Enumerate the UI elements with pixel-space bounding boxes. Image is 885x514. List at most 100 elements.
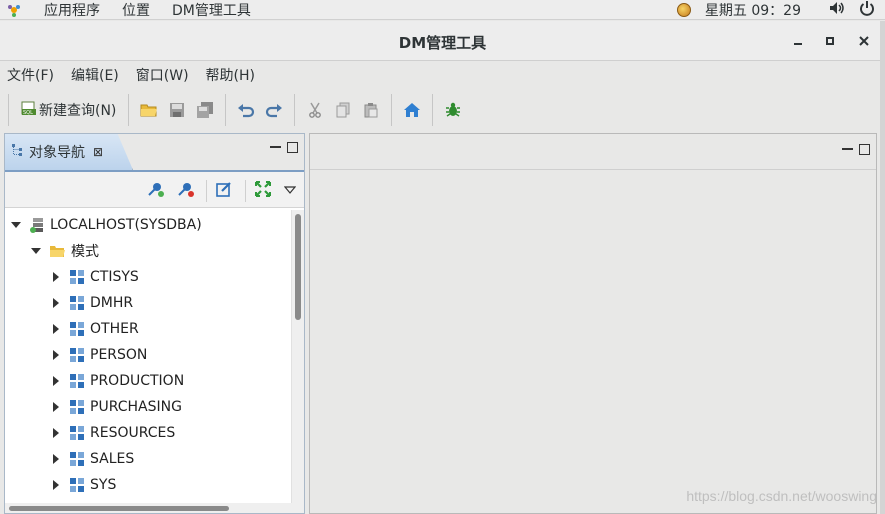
horizontal-scroll-thumb[interactable] <box>9 506 229 511</box>
window-title: DM管理工具 <box>398 34 487 52</box>
schema-icon <box>69 373 85 389</box>
schema-icon <box>69 399 85 415</box>
tree-node-label: DMHR <box>90 295 134 311</box>
panel-controls <box>264 142 298 153</box>
menu-help[interactable]: 帮助(H) <box>206 65 255 85</box>
redo-icon[interactable] <box>263 97 285 123</box>
panel-maximize-icon[interactable] <box>859 144 870 155</box>
tree-icon <box>11 143 25 161</box>
editor-area-header <box>310 134 876 170</box>
panel-controls <box>836 144 870 155</box>
toolbar-separator <box>8 94 9 126</box>
volume-icon[interactable] <box>829 1 845 19</box>
svg-text:SQL: SQL <box>23 110 33 116</box>
toolbar-separator <box>128 94 130 126</box>
tab-label: 对象导航 <box>29 145 85 161</box>
panel-maximize-icon[interactable] <box>287 142 298 153</box>
expand-icon[interactable] <box>245 180 272 202</box>
undo-icon[interactable] <box>235 97 257 123</box>
paste-icon[interactable] <box>360 97 382 123</box>
tree-node-label: SALES <box>90 451 135 467</box>
tree-horizontal-scrollbar[interactable] <box>5 503 304 513</box>
tree-node-schema[interactable]: DMHR <box>51 290 133 316</box>
editor-area-panel <box>309 133 877 514</box>
tree-node-schema[interactable]: RESOURCES <box>51 420 175 446</box>
tree-node-schema[interactable]: SYS <box>51 472 116 498</box>
database-server-icon <box>29 217 45 233</box>
open-folder-icon[interactable] <box>138 97 160 123</box>
power-icon[interactable] <box>859 0 875 20</box>
home-icon[interactable] <box>401 97 423 123</box>
menu-file[interactable]: 文件(F) <box>7 65 54 85</box>
places-menu[interactable]: 位置 <box>122 0 150 20</box>
expand-triangle-icon[interactable] <box>51 454 61 464</box>
navigator-toolbar <box>5 170 304 208</box>
weather-icon[interactable] <box>676 3 691 17</box>
folder-icon <box>49 244 66 258</box>
edit-icon[interactable] <box>206 180 233 202</box>
dropdown-icon[interactable] <box>283 183 297 199</box>
window-title-bar: DM管理工具 <box>0 21 885 61</box>
main-toolbar: SQL 新建查询(N) <box>0 89 885 131</box>
save-icon[interactable] <box>166 97 188 123</box>
expand-triangle-icon[interactable] <box>51 402 61 412</box>
disconnect-icon[interactable] <box>176 180 194 202</box>
panel-minimize-icon[interactable] <box>270 142 281 148</box>
new-query-button[interactable]: SQL 新建查询(N) <box>18 97 119 123</box>
tree-node-root[interactable]: LOCALHOST(SYSDBA) <box>11 212 202 238</box>
maximize-icon[interactable] <box>820 31 840 51</box>
tree-node-label: PURCHASING <box>90 399 182 415</box>
tab-close-icon[interactable]: ⊠ <box>93 145 103 159</box>
expand-triangle-icon[interactable] <box>51 480 61 490</box>
new-query-label: 新建查询(N) <box>39 103 117 119</box>
sql-icon: SQL <box>21 100 37 120</box>
app-logo-icon[interactable] <box>6 2 22 18</box>
menu-edit[interactable]: 编辑(E) <box>71 65 119 85</box>
connect-icon[interactable] <box>146 180 164 202</box>
toolbar-separator <box>432 94 434 126</box>
tree-node-label: 模式 <box>71 244 99 260</box>
cut-icon[interactable] <box>304 97 326 123</box>
tree-node-schema[interactable]: PURCHASING <box>51 394 182 420</box>
expand-triangle-icon[interactable] <box>51 376 61 386</box>
collapse-triangle-icon[interactable] <box>11 220 21 230</box>
minimize-icon[interactable] <box>788 31 808 51</box>
tree-node-schema[interactable]: CTISYS <box>51 264 139 290</box>
clock[interactable]: 星期五 09：29 <box>705 0 801 20</box>
copy-icon[interactable] <box>332 97 354 123</box>
collapse-triangle-icon[interactable] <box>31 246 41 256</box>
navigator-tab-strip: 对象导航 ⊠ <box>5 134 304 170</box>
tree-node-label: LOCALHOST(SYSDBA) <box>50 217 202 233</box>
vertical-scroll-thumb[interactable] <box>295 214 301 320</box>
tree-node-schema[interactable]: SALES <box>51 446 134 472</box>
watermark: https://blog.csdn.net/wooswing <box>686 488 877 504</box>
schema-icon <box>69 451 85 467</box>
tree-node-schema[interactable]: PRODUCTION <box>51 368 184 394</box>
menu-window[interactable]: 窗口(W) <box>136 65 189 85</box>
schema-icon <box>69 321 85 337</box>
expand-triangle-icon[interactable] <box>51 272 61 282</box>
toolbar-separator <box>391 94 393 126</box>
tree-node-label: PRODUCTION <box>90 373 185 389</box>
object-tree: LOCALHOST(SYSDBA) 模式 CTISYS DMHR OTHER PERS… <box>5 210 290 505</box>
menu-bar: 文件(F) 编辑(E) 窗口(W) 帮助(H) <box>0 62 885 88</box>
tree-node-schema-folder[interactable]: 模式 <box>31 238 99 264</box>
tree-vertical-scrollbar[interactable] <box>291 210 304 505</box>
active-app-menu[interactable]: DM管理工具 <box>172 0 251 20</box>
tab-object-navigator[interactable]: 对象导航 ⊠ <box>5 134 133 170</box>
debug-icon[interactable] <box>442 97 464 123</box>
expand-triangle-icon[interactable] <box>51 350 61 360</box>
close-icon[interactable] <box>854 31 874 51</box>
toolbar-separator <box>294 94 296 126</box>
applications-menu[interactable]: 应用程序 <box>44 0 100 20</box>
save-all-icon[interactable] <box>194 97 216 123</box>
panel-minimize-icon[interactable] <box>842 144 853 150</box>
expand-triangle-icon[interactable] <box>51 324 61 334</box>
tree-node-schema[interactable]: PERSON <box>51 342 147 368</box>
expand-triangle-icon[interactable] <box>51 298 61 308</box>
tree-node-schema[interactable]: OTHER <box>51 316 139 342</box>
tree-node-label: PERSON <box>90 347 148 363</box>
expand-triangle-icon[interactable] <box>51 428 61 438</box>
tree-node-label: CTISYS <box>90 269 139 285</box>
schema-icon <box>69 347 85 363</box>
